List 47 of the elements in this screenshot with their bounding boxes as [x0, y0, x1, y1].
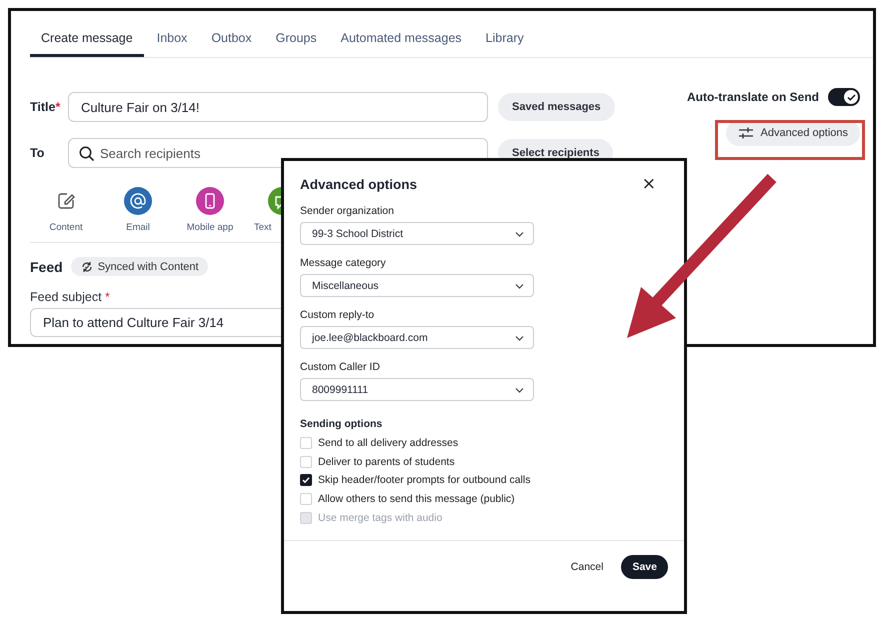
tab[interactable]: Create message: [30, 21, 144, 57]
tab[interactable]: Inbox: [146, 21, 198, 57]
chevron-icon: [515, 282, 524, 288]
tab[interactable]: Automated messages: [330, 21, 473, 57]
field-label: Feed subject *: [30, 290, 111, 304]
sliders-icon: [738, 126, 754, 140]
checkbox-label: Skip header/footer prompts for outbound calls: [318, 474, 530, 486]
field-label: Sender organization: [300, 205, 395, 217]
dropdown[interactable]: Miscellaneous: [300, 274, 534, 297]
dropdown[interactable]: 8009991111: [300, 378, 534, 401]
channel-button[interactable]: Email: [124, 187, 152, 233]
field-label: Custom Caller ID: [300, 361, 381, 373]
save-button[interactable]: Save: [621, 554, 668, 579]
checkbox-label: Allow others to send this message (public): [318, 493, 515, 506]
toggle-switch[interactable]: [828, 88, 860, 106]
sync-icon: [80, 260, 94, 274]
channel-button[interactable]: Mobile app: [186, 187, 234, 233]
field-label: Title*: [30, 100, 62, 114]
saved-messages-button[interactable]: Saved messages: [498, 93, 615, 121]
edit-icon: [56, 191, 76, 211]
tab[interactable]: Library: [474, 21, 535, 57]
phone-icon: [196, 187, 224, 215]
chevron-icon: [515, 334, 524, 340]
dropdown[interactable]: 99-3 School District: [300, 222, 534, 245]
search-icon: [79, 146, 94, 161]
field-label: Message category: [300, 257, 387, 269]
dropdown[interactable]: joe.lee@blackboard.com: [300, 326, 534, 349]
checkbox-label: Send to all delivery addresses: [318, 437, 458, 450]
chevron-icon: [515, 386, 524, 392]
channel-button[interactable]: Content: [49, 187, 83, 233]
checkbox-label: Use merge tags with audio: [318, 512, 442, 524]
field-label: Custom reply-to: [300, 309, 376, 321]
checkbox[interactable]: [300, 474, 312, 486]
chevron-icon: [515, 230, 524, 236]
title-field[interactable]: Culture Fair on 3/14!: [68, 92, 488, 122]
section-heading: Feed: [30, 258, 63, 274]
field-label: To: [30, 146, 46, 160]
tab[interactable]: Groups: [264, 21, 328, 57]
sync-badge: Synced with Content: [70, 257, 208, 276]
cancel-button[interactable]: Cancel: [564, 560, 610, 574]
section-heading: Sending options: [300, 418, 384, 430]
checkbox-label: Deliver to parents of students: [318, 456, 455, 468]
tab[interactable]: Outbox: [200, 21, 263, 57]
toggle-label: Auto-translate on Send: [686, 90, 819, 104]
close-button[interactable]: ×: [638, 175, 668, 193]
dialog-title: Advanced options: [300, 176, 418, 192]
email-icon: [124, 187, 152, 215]
